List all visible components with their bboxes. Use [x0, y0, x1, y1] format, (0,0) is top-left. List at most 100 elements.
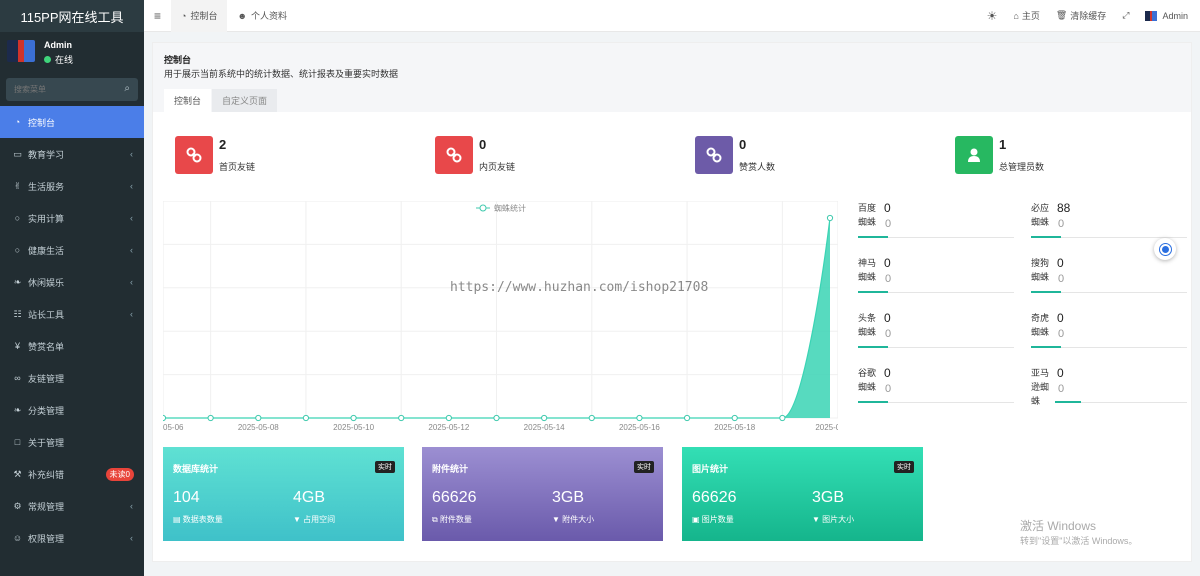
home-label: 主页: [1021, 11, 1040, 21]
tab-label: 个人资料: [250, 11, 287, 21]
data-point: [541, 414, 548, 422]
chevron-left-icon: ‹: [130, 533, 133, 543]
watermark-text: https://www.huzhan.com/ishop21708: [450, 280, 709, 295]
home-link[interactable]: ⌂ 主页: [1005, 0, 1047, 32]
spider-value: 0: [884, 366, 891, 380]
stat-value: 0: [479, 137, 487, 152]
tab-custom-page[interactable]: 自定义页面: [212, 89, 278, 112]
sidebar-item-education[interactable]: ▭ 教育学习 ‹: [0, 138, 144, 170]
chat-icon: [1159, 243, 1171, 255]
spider-name: 谷歌蜘蛛: [858, 368, 877, 392]
card-database: 数据库统计 实时 104 4GB ▤ 数据表数量 ▼ 占用空间: [163, 447, 404, 541]
square-icon: □: [14, 437, 21, 447]
admin-menu[interactable]: Admin: [1137, 0, 1200, 32]
sidebar-item-webmaster[interactable]: ☷ 站长工具 ‹: [0, 298, 144, 330]
card-sub-label: 占用空间: [303, 515, 336, 524]
spider-value-secondary: 0: [885, 218, 892, 230]
clear-cache-button[interactable]: 🗑 清除缓存: [1048, 0, 1114, 32]
page-title: 控制台: [164, 55, 192, 65]
sidebar-item-label: 控制台: [28, 117, 56, 128]
x-tick-label: 2025-05-18: [714, 423, 755, 432]
data-point: [163, 414, 167, 422]
user-panel: Admin 在线: [0, 32, 144, 74]
stat-value: 0: [739, 137, 747, 152]
sidebar-item-dashboard[interactable]: ◔ 控制台: [0, 106, 144, 138]
menu-toggle-icon[interactable]: ≡: [144, 0, 171, 32]
spider-name: 神马蜘蛛: [858, 258, 877, 282]
avatar: [1145, 10, 1158, 21]
spider-name: 必应蜘蛛: [1031, 203, 1050, 227]
page-header: 控制台 用于展示当前系统中的统计数据、统计报表及重要实时数据 控制台 自定义页面: [153, 43, 1191, 112]
spider-name: 奇虎蜘蛛: [1031, 313, 1050, 337]
card-attachments: 附件统计 实时 66626 3GB ⧉ 附件数量 ▼ 附件大小: [422, 447, 663, 541]
app-title[interactable]: 115PP网在线工具: [0, 0, 144, 32]
card-sub-label: 图片大小: [822, 515, 855, 524]
sidebar-item-general[interactable]: ⚙ 常规管理 ‹: [0, 490, 144, 522]
user-name: Admin: [44, 40, 72, 50]
data-point: [493, 414, 500, 422]
fullscreen-icon[interactable]: ⤢: [1114, 0, 1137, 32]
realtime-tag: 实时: [375, 461, 395, 473]
sidebar-item-calculator[interactable]: ○ 实用计算 ‹: [0, 202, 144, 234]
realtime-tag: 实时: [634, 461, 654, 473]
link-icon: ∞: [14, 373, 21, 383]
card-value: 66626: [692, 489, 737, 506]
spider-name: 搜狗蜘蛛: [1031, 258, 1050, 282]
user-icon: [955, 136, 993, 174]
sidebar-item-links[interactable]: ∞ 友链管理: [0, 362, 144, 394]
windows-activation-hint: 转到"设置"以激活 Windows。: [1020, 536, 1138, 546]
spider-progress: [858, 401, 1014, 403]
sidebar-item-label: 赞赏名单: [28, 341, 65, 352]
theme-toggle-icon[interactable]: ☀: [979, 0, 1006, 32]
leaf-icon: ❧: [13, 276, 22, 287]
sidebar-item-donors[interactable]: ¥ 赞赏名单: [0, 330, 144, 362]
sidebar-item-label: 分类管理: [28, 405, 65, 416]
x-tick-label: 2025-05-16: [619, 423, 660, 432]
monitor-icon: ▭: [13, 148, 22, 159]
sidebar-item-about[interactable]: □ 关于管理: [0, 426, 144, 458]
search-input[interactable]: [14, 85, 114, 94]
x-tick-label: 2025-05-08: [238, 423, 279, 432]
tab-label: 控制台: [190, 11, 218, 21]
filter-icon: ▼: [552, 515, 563, 524]
search-icon[interactable]: ⌕: [124, 83, 130, 94]
card-sub: ▼ 图片大小: [812, 514, 854, 525]
admin-label: Admin: [1162, 10, 1188, 21]
spider-value: 0: [884, 201, 891, 215]
sidebar-item-label: 休闲娱乐: [28, 277, 65, 288]
data-point: [398, 414, 405, 422]
spider-progress: [1031, 346, 1187, 348]
chat-float-button[interactable]: [1154, 238, 1176, 260]
page-description: 用于展示当前系统中的统计数据、统计报表及重要实时数据: [164, 69, 399, 79]
spider-value-secondary: 0: [1058, 273, 1065, 285]
chevron-left-icon: ‹: [130, 309, 133, 319]
stat-label: 总管理员数: [999, 162, 1045, 172]
sidebar-item-category[interactable]: ❧ 分类管理: [0, 394, 144, 426]
sidebar-item-permissions[interactable]: ☺ 权限管理 ‹: [0, 522, 144, 554]
sidebar-item-label: 常规管理: [28, 501, 65, 512]
card-sub: ⧉ 附件数量: [432, 514, 472, 525]
sidebar-item-health[interactable]: ○ 健康生活 ‹: [0, 234, 144, 266]
card-value: 104: [173, 489, 200, 506]
data-point: [636, 414, 643, 422]
sidebar: 115PP网在线工具 Admin 在线 ⌕ ◔ 控制台 ▭ 教育学习 ‹ ✌ 生活服务 ‹…: [0, 0, 144, 576]
main-content: 控制台 用于展示当前系统中的统计数据、统计报表及重要实时数据 控制台 自定义页面…: [152, 42, 1192, 562]
stat-value: 1: [999, 137, 1007, 152]
data-point: [302, 414, 310, 422]
sidebar-item-life-service[interactable]: ✌ 生活服务 ‹: [0, 170, 144, 202]
card-sub-label: 附件大小: [562, 515, 595, 524]
sidebar-item-corrections[interactable]: ⚒ 补充纠错 未读0: [0, 458, 144, 490]
tools-icon: ⚒: [13, 468, 22, 479]
tab-dashboard-page[interactable]: 控制台: [164, 89, 212, 112]
tab-profile[interactable]: ☻ 个人资料: [227, 0, 297, 32]
stat-label: 内页友链: [479, 162, 516, 172]
sidebar-item-label: 权限管理: [28, 533, 65, 544]
sidebar-item-leisure[interactable]: ❧ 休闲娱乐 ‹: [0, 266, 144, 298]
tab-dashboard[interactable]: ◔ 控制台: [171, 0, 228, 32]
data-point: [731, 414, 738, 422]
home-icon: ⌂: [1013, 10, 1019, 21]
data-point: [445, 414, 452, 422]
sidebar-item-label: 教育学习: [28, 149, 65, 160]
clear-cache-label: 清除缓存: [1070, 11, 1107, 21]
chevron-left-icon: ‹: [130, 149, 133, 159]
